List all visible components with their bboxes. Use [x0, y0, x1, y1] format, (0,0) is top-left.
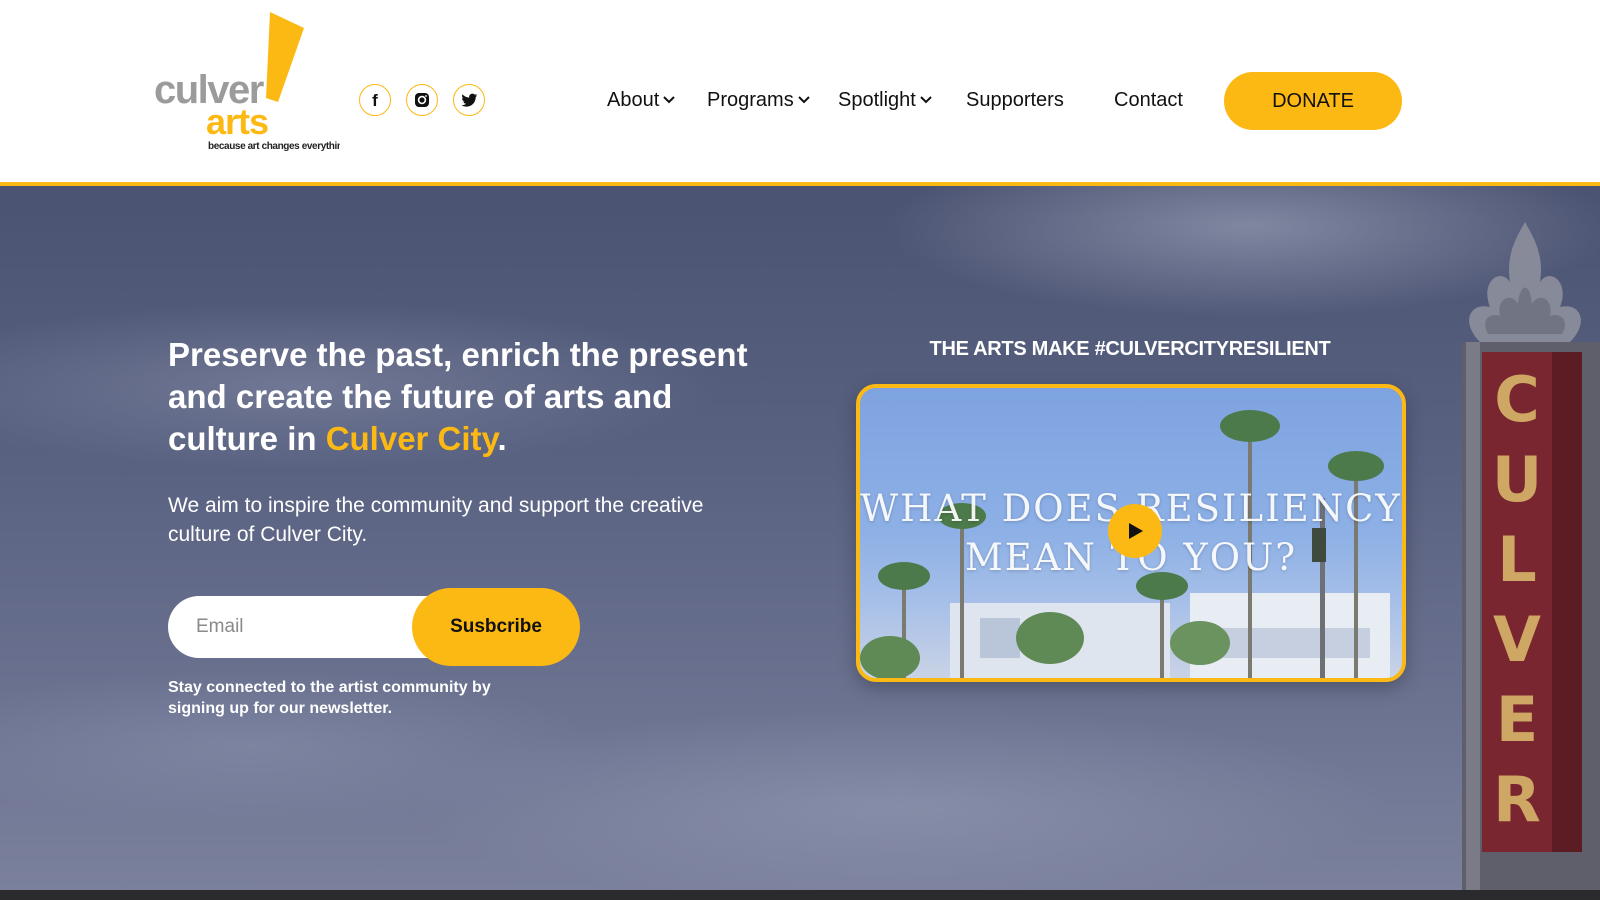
- donate-button[interactable]: DONATE: [1224, 72, 1402, 130]
- tower-letter: V: [1493, 603, 1541, 676]
- page-bottom-bar: [0, 890, 1600, 900]
- play-icon: [1129, 523, 1143, 539]
- tower-letter: E: [1495, 683, 1539, 756]
- hero-section: CULVER Preserve the past, enrich the pre…: [0, 186, 1600, 890]
- tower-letter: C: [1494, 363, 1540, 436]
- chevron-down-icon: [663, 96, 675, 104]
- nav-about-label: About: [607, 88, 660, 111]
- instagram-link[interactable]: [406, 84, 438, 116]
- nav-programs-label: Programs: [707, 88, 794, 111]
- newsletter-note: Stay connected to the artist community b…: [168, 679, 491, 717]
- instagram-icon: [415, 93, 429, 107]
- video-player[interactable]: WHAT DOES RESILIENCY MEAN TO YOU?: [856, 384, 1406, 682]
- twitter-icon: [460, 93, 477, 107]
- hero-headline: Preserve the past, enrich the present an…: [168, 334, 788, 460]
- tower-letter: U: [1491, 443, 1543, 516]
- chevron-down-icon: [797, 96, 810, 104]
- twitter-link[interactable]: [453, 84, 485, 116]
- culver-arts-logo[interactable]: culver arts because art changes everythi…: [152, 10, 352, 160]
- nav-supporters[interactable]: Supporters: [966, 86, 1064, 114]
- facebook-link[interactable]: f: [359, 84, 391, 116]
- culver-theatre-sign: CULVER: [1440, 212, 1600, 890]
- nav-spotlight-label: Spotlight: [838, 88, 916, 111]
- play-button[interactable]: [1108, 504, 1162, 558]
- tower-letter: L: [1497, 523, 1537, 596]
- headline-accent: Culver City: [325, 420, 498, 457]
- email-input[interactable]: [168, 596, 438, 658]
- site-header: culver arts because art changes everythi…: [0, 0, 1600, 186]
- hero-subtext: We aim to inspire the community and supp…: [168, 494, 704, 546]
- nav-contact[interactable]: Contact: [1114, 86, 1183, 114]
- subscribe-button[interactable]: Susbcribe: [412, 588, 580, 666]
- video-section-label: THE ARTS MAKE #CULVERCITYRESILIENT: [929, 338, 1331, 360]
- nav-programs[interactable]: Programs: [707, 86, 811, 114]
- logo-word-arts: arts: [206, 101, 269, 142]
- logo-tagline: because art changes everything: [208, 141, 340, 152]
- chevron-down-icon: [920, 96, 932, 104]
- facebook-icon: f: [372, 90, 378, 110]
- tower-letter: R: [1493, 763, 1541, 836]
- nav-spotlight[interactable]: Spotlight: [838, 86, 933, 114]
- headline-end: .: [497, 420, 507, 457]
- nav-about[interactable]: About: [607, 86, 676, 114]
